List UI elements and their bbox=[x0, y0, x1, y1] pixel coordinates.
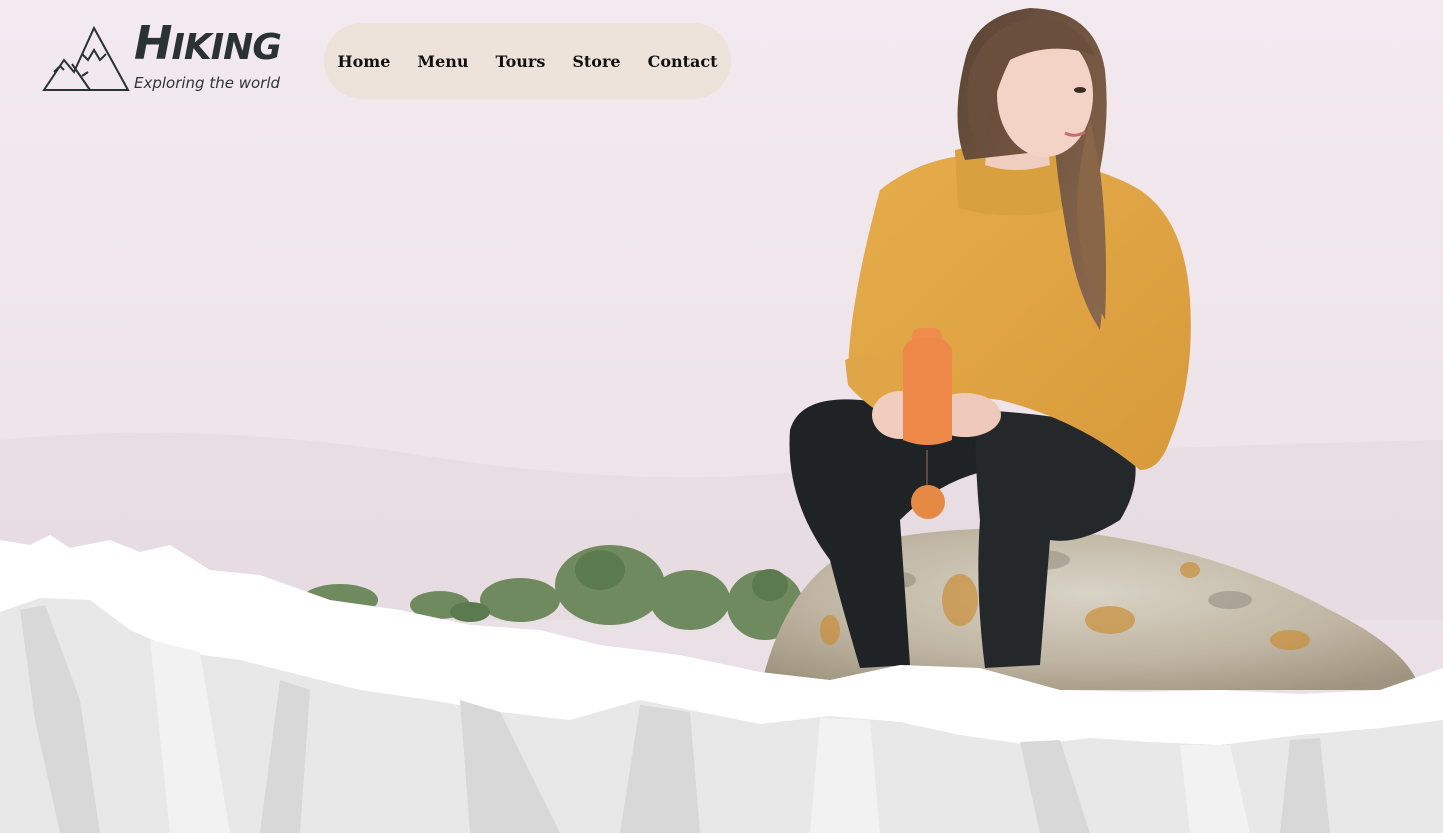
nav-store-link[interactable]: Store bbox=[572, 52, 620, 71]
nav-tours-link[interactable]: Tours bbox=[496, 52, 546, 71]
main-nav: Home Menu Tours Store Contact bbox=[324, 23, 731, 99]
hero-image bbox=[0, 0, 1443, 833]
nav-menu-link[interactable]: Menu bbox=[417, 52, 468, 71]
logo-subtitle: Exploring the world bbox=[134, 74, 281, 92]
logo-title-rest: IKING bbox=[171, 27, 282, 68]
nav-home-link[interactable]: Home bbox=[337, 52, 390, 71]
logo[interactable]: HIKING Exploring the world bbox=[42, 20, 292, 96]
nav-contact-link[interactable]: Contact bbox=[648, 52, 718, 71]
mountains-icon bbox=[42, 25, 130, 91]
page: HIKING Exploring the world Home Menu Tou… bbox=[0, 0, 1443, 833]
logo-title-first: H bbox=[134, 16, 172, 70]
logo-title: HIKING bbox=[134, 20, 282, 68]
